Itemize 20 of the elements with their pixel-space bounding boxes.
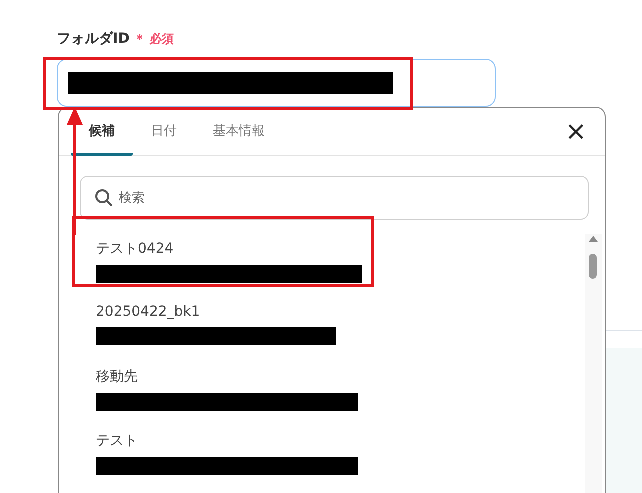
item-name: 20250422_bk1 — [96, 304, 202, 320]
field-label: フォルダID — [57, 30, 130, 48]
tab[interactable]: 日付 — [133, 108, 195, 156]
tab[interactable]: 基本情報 — [195, 108, 283, 156]
search-icon — [95, 189, 113, 207]
search-field[interactable]: 検索 — [80, 176, 589, 220]
list-item[interactable]: 移動先 — [96, 368, 585, 432]
folder-id-field[interactable] — [57, 59, 496, 107]
item-name: テスト0424 — [96, 240, 175, 258]
close-button[interactable]: × — [561, 108, 591, 155]
required-label: 必須 — [150, 31, 174, 48]
required-mark: ＊ — [134, 31, 146, 48]
list-item[interactable]: 20250422_bk1 — [96, 304, 585, 368]
list-item[interactable]: テスト0424 — [96, 240, 585, 304]
list-item[interactable]: テスト — [96, 432, 585, 493]
scrollbar[interactable] — [585, 234, 602, 493]
scroll-up-icon — [589, 236, 598, 242]
scrollbar-thumb[interactable] — [589, 254, 597, 279]
item-name: 移動先 — [96, 368, 139, 386]
item-name: テスト — [96, 432, 139, 450]
